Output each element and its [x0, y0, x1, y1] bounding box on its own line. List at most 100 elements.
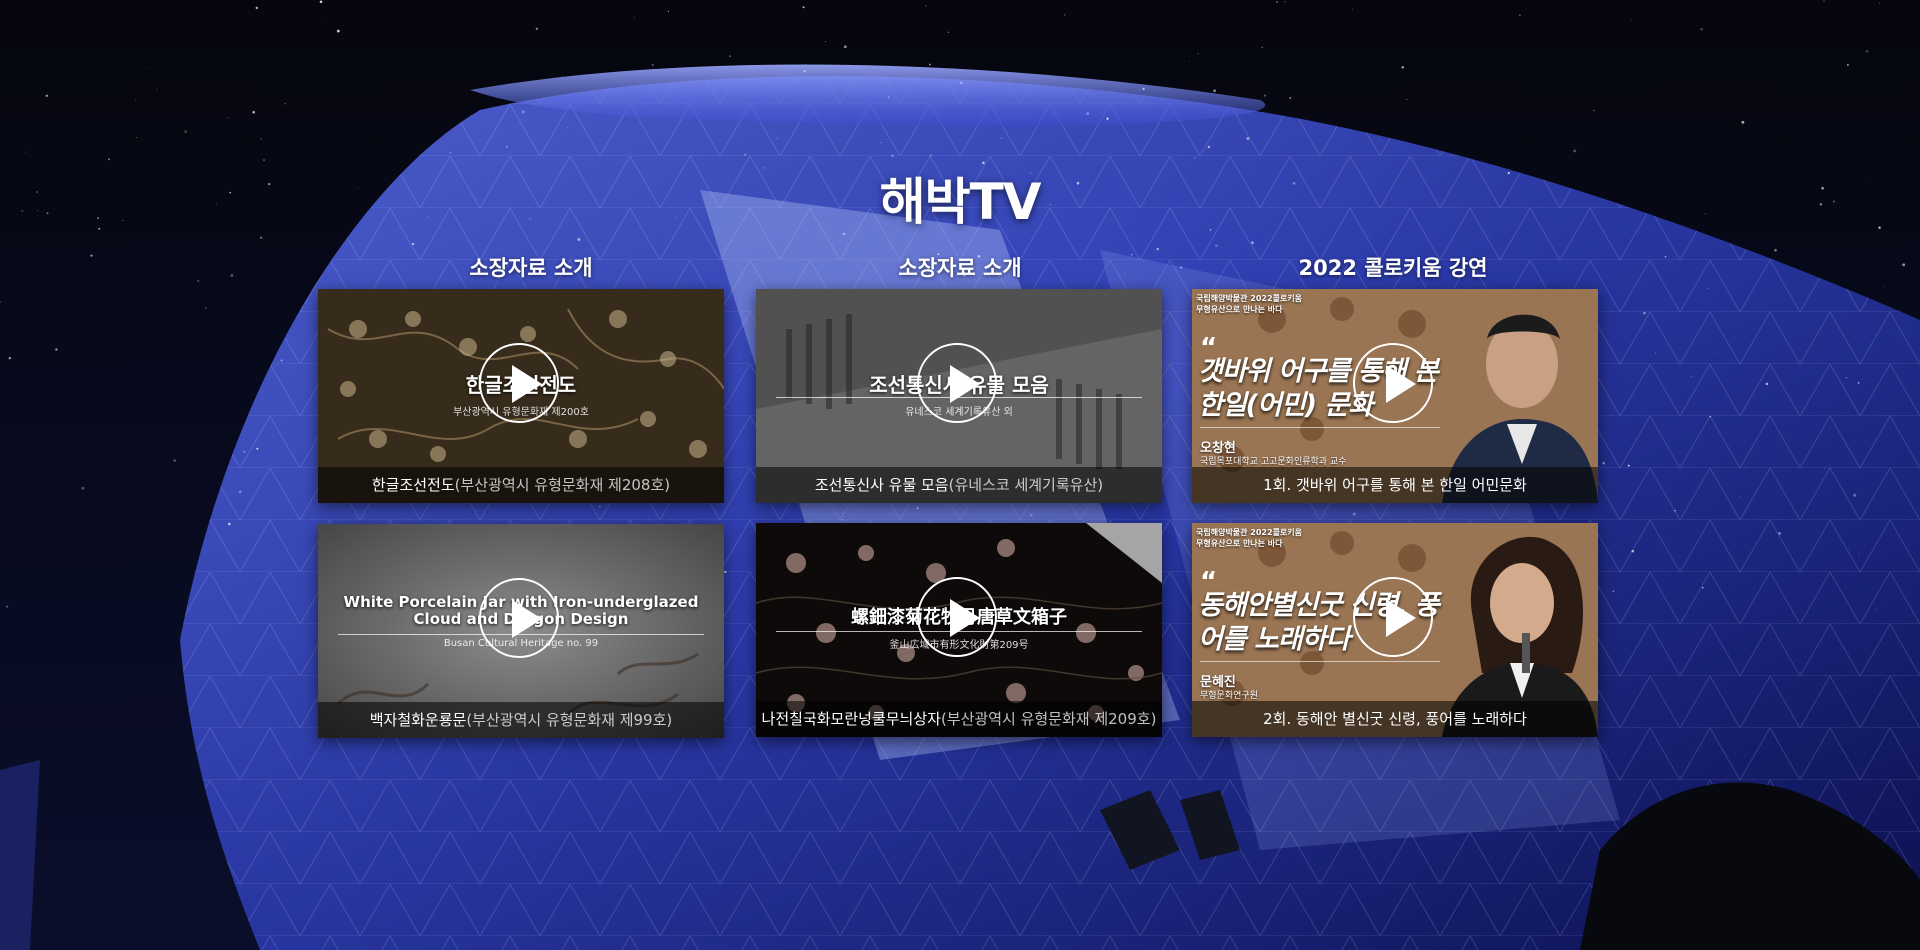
- star: [1690, 79, 1692, 81]
- star: [1207, 145, 1211, 149]
- star: [284, 103, 286, 105]
- video-card-lacquer-box[interactable]: 螺鈿漆菊花牧丹唐草文箱子 釜山広域市有形文化財第209号 나전칠국화모란넝쿨무늬…: [756, 523, 1162, 737]
- star: [25, 151, 27, 153]
- star: [238, 490, 242, 494]
- star: [173, 459, 176, 462]
- star: [1029, 513, 1033, 517]
- star: [1627, 464, 1630, 467]
- star: [505, 145, 509, 148]
- star: [728, 55, 731, 58]
- caption-main: 백자철화운룡문: [369, 711, 467, 729]
- star: [228, 522, 231, 526]
- star: [1284, 1, 1286, 3]
- star: [1875, 609, 1877, 611]
- play-icon[interactable]: [1353, 577, 1433, 657]
- star: [1865, 50, 1869, 53]
- video-card-lecture-2[interactable]: 국립해양박물관 2022콜로키움 무형유산으로 만나는 바다 “ 동해안별신굿 신…: [1192, 523, 1598, 737]
- star: [1857, 382, 1860, 384]
- star: [691, 154, 693, 156]
- star: [651, 63, 654, 67]
- play-icon[interactable]: [479, 578, 559, 658]
- caption-paren: (부산광역시 유형문화재 제209호): [940, 710, 1157, 728]
- star: [1180, 266, 1183, 269]
- lecture-divider: [1200, 427, 1440, 428]
- star: [1845, 377, 1848, 379]
- star: [1739, 496, 1741, 497]
- star: [1690, 376, 1692, 378]
- star: [577, 238, 581, 241]
- star: [1000, 138, 1002, 140]
- star: [1251, 241, 1254, 244]
- star: [1289, 96, 1292, 99]
- star: [1631, 549, 1635, 553]
- star: [1106, 117, 1109, 120]
- star: [535, 27, 539, 31]
- star: [521, 110, 525, 114]
- play-icon[interactable]: [1353, 343, 1433, 423]
- caption-main: 2회. 동해안 별신굿 신령, 풍어를 노래하다: [1263, 710, 1527, 728]
- video-card-porcelain-jar[interactable]: White Porcelain Jar with Iron-underglaze…: [318, 524, 724, 738]
- star: [156, 88, 158, 90]
- lecture-divider: [1200, 661, 1440, 662]
- star: [1643, 311, 1646, 315]
- star: [136, 137, 138, 138]
- star: [1774, 248, 1777, 252]
- star: [1573, 149, 1577, 153]
- star: [227, 117, 229, 119]
- star: [916, 507, 919, 510]
- star: [1352, 512, 1356, 516]
- star: [6, 605, 9, 608]
- video-caption: 2회. 동해안 별신굿 신령, 풍어를 노래하다: [1192, 701, 1598, 737]
- star: [108, 158, 110, 161]
- star: [1902, 263, 1906, 267]
- star: [1156, 247, 1159, 251]
- star: [449, 151, 452, 154]
- star: [1841, 318, 1843, 320]
- star: [1189, 61, 1191, 63]
- star: [1707, 287, 1709, 290]
- star: [1261, 46, 1264, 49]
- caption-main: 1회. 갯바위 어구를 통해 본 한일 어민문화: [1263, 476, 1527, 494]
- star: [1517, 84, 1519, 86]
- star: [262, 158, 266, 162]
- star: [776, 137, 779, 140]
- play-icon[interactable]: [917, 343, 997, 423]
- star: [803, 70, 806, 73]
- star: [841, 518, 844, 521]
- star: [1823, 0, 1825, 2]
- star: [1263, 94, 1267, 97]
- star: [145, 67, 147, 69]
- star: [90, 254, 93, 257]
- star: [1612, 590, 1615, 593]
- star: [204, 307, 207, 309]
- star: [1853, 493, 1857, 497]
- video-card-tongsinsa[interactable]: 조선통신사 유물 모음 유네스코 세계기록유산 외 조선통신사 유물 모음(유네…: [756, 289, 1162, 503]
- caption-paren: (유네스코 세계기록유산): [948, 476, 1104, 494]
- star: [562, 76, 563, 78]
- lecture-affiliation: 무형문화연구원: [1200, 691, 1258, 701]
- star: [1654, 352, 1657, 354]
- star: [230, 273, 234, 277]
- caption-main: 조선통신사 유물 모음: [814, 476, 949, 494]
- star: [724, 570, 727, 574]
- star: [567, 127, 568, 128]
- star: [1716, 352, 1718, 353]
- star: [1171, 237, 1172, 239]
- star: [297, 370, 299, 372]
- video-caption: 백자철화운룡문(부산광역시 유형문화재 제99호): [318, 702, 724, 738]
- video-caption: 1회. 갯바위 어구를 통해 본 한일 어민문화: [1192, 467, 1598, 503]
- star: [1194, 156, 1196, 159]
- star: [1352, 8, 1354, 10]
- video-card-lecture-1[interactable]: 국립해양박물관 2022콜로키움 무형유산으로 만나는 바다 “ 갯바위 어구를 …: [1192, 289, 1598, 503]
- star: [55, 348, 58, 351]
- star: [1664, 256, 1667, 258]
- star: [1519, 14, 1521, 17]
- video-card-hangul-map[interactable]: 한글조선전도 부산광역시 유형문화재 제200호 한글조선전도(부산광역시 유형…: [318, 289, 724, 503]
- star: [1215, 244, 1218, 248]
- star: [1064, 14, 1066, 16]
- column-title-collection-2: 소장자료 소개: [898, 256, 1022, 280]
- play-icon[interactable]: [479, 343, 559, 423]
- star: [1765, 382, 1769, 386]
- star: [880, 142, 882, 144]
- play-icon[interactable]: [917, 577, 997, 657]
